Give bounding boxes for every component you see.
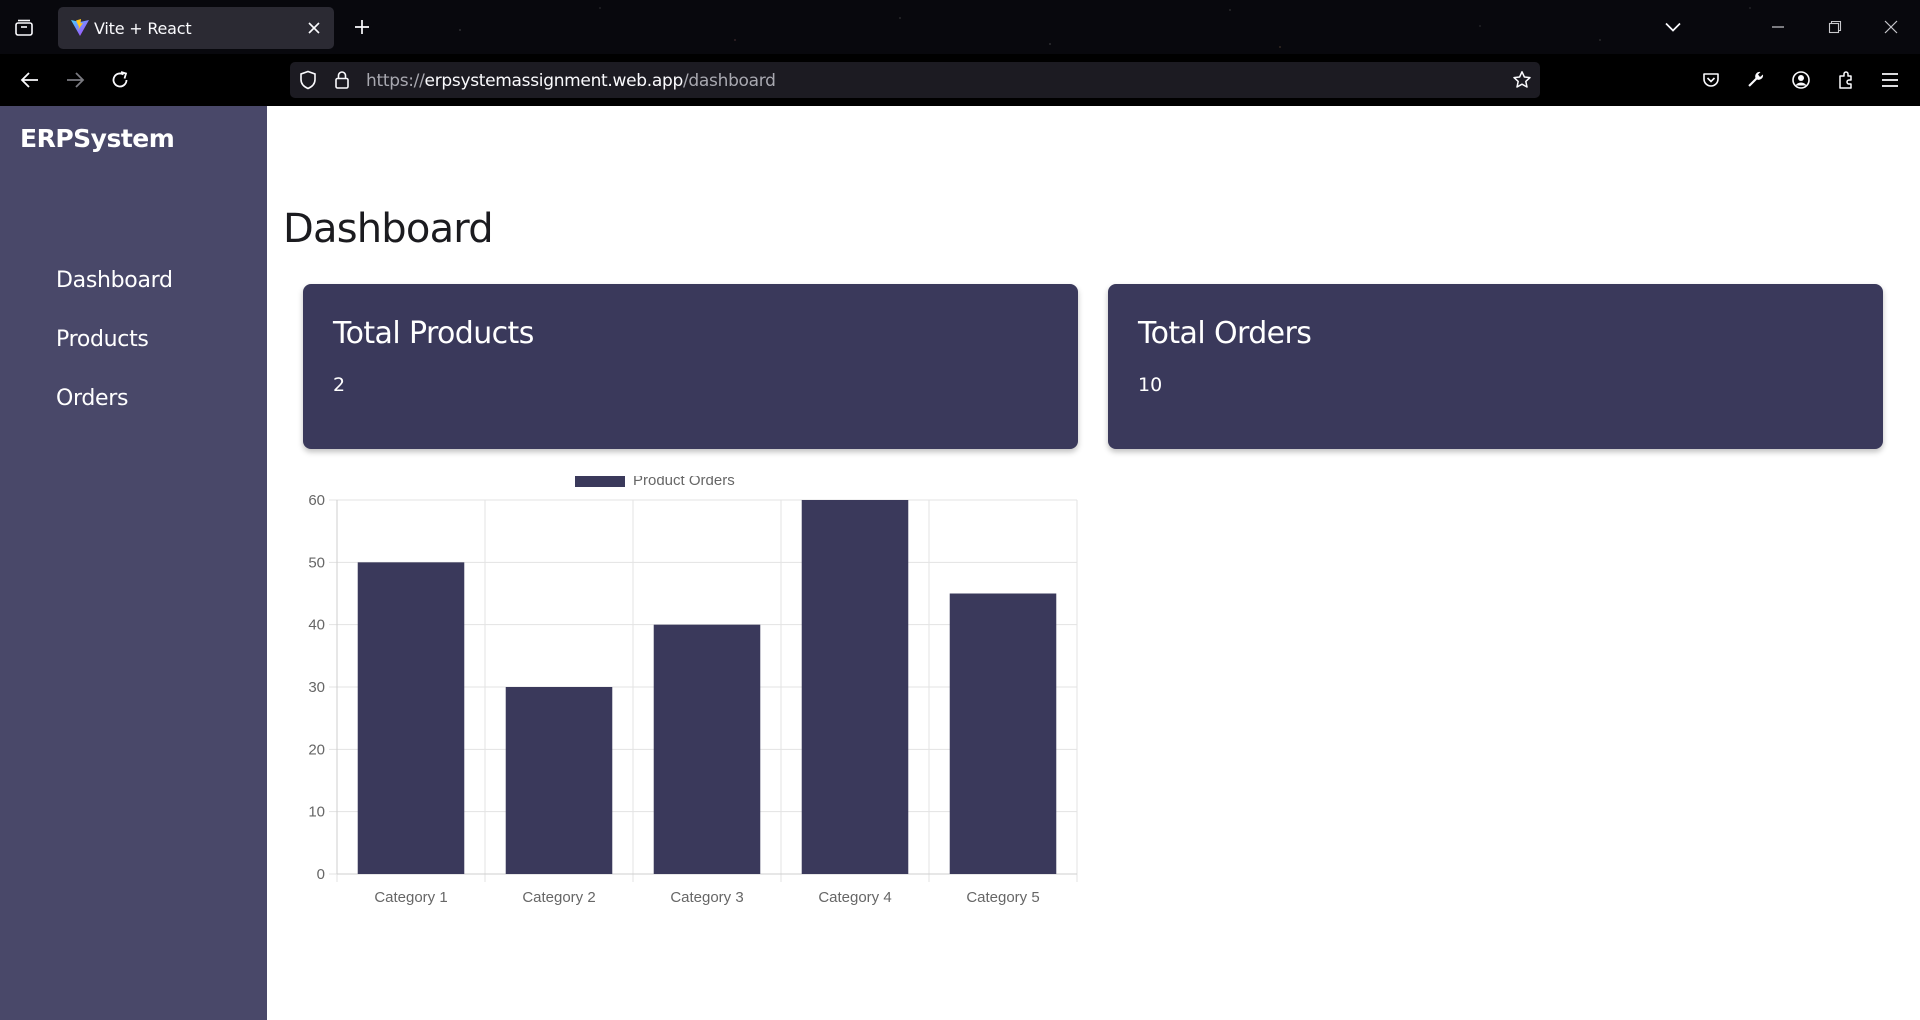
reload-icon[interactable]	[106, 66, 134, 94]
y-tick-label: 40	[308, 617, 325, 634]
url-scheme: https://	[366, 71, 425, 91]
tab-close-icon[interactable]	[304, 18, 324, 38]
card-value: 2	[333, 374, 346, 396]
card-title: Total Products	[333, 316, 534, 351]
tab-list-icon[interactable]	[10, 14, 38, 42]
url-text[interactable]: https://erpsystemassignment.web.app/dash…	[366, 71, 776, 91]
minimize-icon[interactable]	[1763, 12, 1793, 42]
pocket-icon[interactable]	[1697, 66, 1725, 94]
legend-swatch	[575, 471, 625, 487]
y-tick-label: 30	[308, 679, 325, 696]
browser-toolbar: https://erpsystemassignment.web.app/dash…	[0, 54, 1920, 106]
bar-4	[801, 500, 909, 874]
sidebar: ERPSystem Dashboard Products Orders	[0, 106, 267, 1020]
browser-tab-active[interactable]: Vite + React	[58, 7, 334, 49]
x-tick-label: Category 1	[374, 889, 447, 906]
bar-chart-svg: 0 10 20 30 40 50 60 Category 1 Category 2 Categor…	[308, 471, 1078, 906]
forward-arrow-icon[interactable]	[61, 66, 89, 94]
bar-3	[653, 624, 761, 874]
hamburger-menu-icon[interactable]	[1876, 66, 1904, 94]
bookmark-star-icon[interactable]	[1512, 70, 1532, 90]
total-products-card: Total Products 2	[303, 284, 1078, 449]
brand-logo[interactable]: ERPSystem	[20, 124, 175, 153]
x-tick-label: Category 5	[966, 889, 1039, 906]
x-tick-label: Category 4	[818, 889, 891, 906]
close-window-icon[interactable]	[1876, 12, 1906, 42]
x-tick-label: Category 3	[670, 889, 743, 906]
url-bar[interactable]: https://erpsystemassignment.web.app/dash…	[290, 62, 1540, 98]
tab-title: Vite + React	[94, 19, 192, 38]
total-orders-card: Total Orders 10	[1108, 284, 1883, 449]
card-title: Total Orders	[1138, 316, 1312, 351]
browser-tab-bar: Vite + React	[0, 0, 1920, 54]
product-orders-chart: 0 10 20 30 40 50 60 Category 1 Category 2 Categor…	[267, 471, 1087, 1006]
restore-icon[interactable]	[1820, 12, 1850, 42]
extensions-icon[interactable]	[1832, 66, 1860, 94]
page-title: Dashboard	[283, 206, 494, 252]
card-value: 10	[1138, 374, 1163, 396]
shield-icon[interactable]	[298, 70, 318, 90]
new-tab-icon[interactable]	[348, 13, 376, 41]
y-tick-label: 60	[308, 492, 325, 509]
sidebar-item-dashboard[interactable]: Dashboard	[56, 268, 173, 293]
bar-1	[357, 562, 465, 874]
chevron-down-icon[interactable]	[1660, 14, 1686, 40]
y-tick-label: 0	[317, 866, 325, 883]
url-host: erpsystemassignment.web.app	[424, 71, 684, 91]
url-path: /dashboard	[683, 71, 776, 91]
lock-icon[interactable]	[332, 70, 352, 90]
x-tick-label: Category 2	[522, 889, 595, 906]
wrench-icon[interactable]	[1742, 66, 1770, 94]
main-content: Dashboard Total Products 2 Total Orders …	[267, 106, 1920, 1020]
back-arrow-icon[interactable]	[16, 66, 44, 94]
legend-label: Product Orders	[633, 476, 735, 489]
account-icon[interactable]	[1787, 66, 1815, 94]
vite-logo-icon	[70, 18, 90, 38]
y-tick-label: 20	[308, 741, 325, 758]
sidebar-item-orders[interactable]: Orders	[56, 386, 128, 411]
y-tick-label: 50	[308, 554, 325, 571]
bar-5	[949, 593, 1057, 874]
y-tick-label: 10	[308, 804, 325, 821]
bar-2	[505, 687, 613, 874]
sidebar-item-products[interactable]: Products	[56, 327, 149, 352]
